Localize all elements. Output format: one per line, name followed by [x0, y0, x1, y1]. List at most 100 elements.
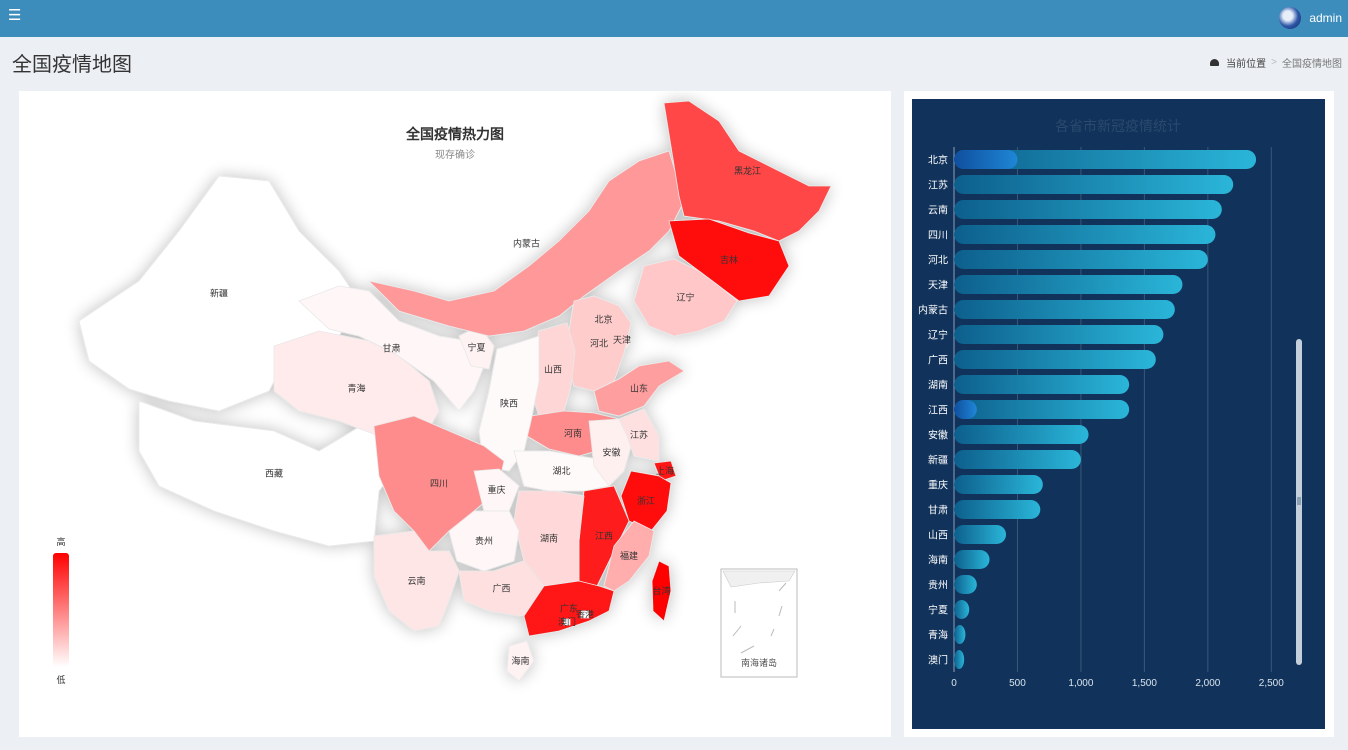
- region-label: 贵州: [475, 535, 493, 546]
- category-label: 四川: [928, 231, 948, 242]
- bar[interactable]: [954, 325, 1164, 344]
- bar[interactable]: [954, 625, 966, 644]
- category-label: 广西: [928, 355, 948, 367]
- category-label: 内蒙古: [918, 304, 948, 317]
- bar[interactable]: [954, 275, 1183, 294]
- datazoom-handle[interactable]: [1297, 497, 1301, 505]
- category-label: 贵州: [928, 579, 948, 592]
- chart-tick-labels: 0 500 1,000 1,500 2,000 2,500: [951, 678, 1284, 689]
- bar[interactable]: [954, 350, 1156, 369]
- bar[interactable]: [954, 500, 1041, 519]
- region-label: 重庆: [487, 484, 505, 495]
- inset-label: 南海诸岛: [741, 657, 777, 668]
- user-menu[interactable]: admin: [1279, 6, 1342, 30]
- region-label: 河南: [564, 428, 582, 439]
- category-label: 甘肃: [928, 504, 948, 517]
- region-label: 安徽: [602, 447, 620, 458]
- bar-highlight: [954, 400, 977, 419]
- region-label: 上海: [656, 465, 674, 476]
- region-label: 宁夏: [467, 342, 485, 353]
- region-label: 山东: [630, 383, 648, 394]
- region-label: 云南: [407, 575, 425, 586]
- top-navbar: ☰ admin: [0, 0, 1348, 37]
- south-china-sea-inset: 南海诸岛: [720, 568, 798, 678]
- breadcrumb: 当前位置 > 全国疫情地图: [1210, 55, 1342, 70]
- legend-high-label: 高: [56, 536, 65, 547]
- map-title: 全国疫情热力图: [405, 126, 504, 142]
- region-label: 广西: [492, 583, 510, 594]
- category-label: 云南: [928, 204, 948, 217]
- region-label: 河北: [590, 338, 608, 349]
- x-tick-label: 1,500: [1132, 678, 1157, 689]
- category-label: 重庆: [928, 479, 948, 492]
- legend-low-label: 低: [56, 674, 65, 685]
- x-tick-label: 500: [1009, 678, 1026, 689]
- region-label: 海南: [511, 655, 529, 666]
- legend-gradient-bar[interactable]: [53, 553, 69, 667]
- bar[interactable]: [954, 525, 1007, 544]
- bar[interactable]: [954, 550, 990, 569]
- chart-panel: 各省市新冠疫情统计 北京 江苏 云南 四川 河北 天津 内蒙古 辽宁 广西 湖南 江西 安徽 新疆 重庆甘…: [904, 91, 1334, 737]
- bar[interactable]: [954, 600, 970, 619]
- region-label: 江苏: [630, 429, 648, 440]
- region-label: 青海: [347, 383, 365, 394]
- category-label: 北京: [928, 154, 948, 167]
- category-label: 江苏: [928, 179, 948, 192]
- region-label: 新疆: [210, 288, 228, 299]
- category-label: 安徽: [928, 429, 948, 442]
- bar[interactable]: [954, 300, 1175, 319]
- map-panel: 全国疫情热力图 现存确诊 新疆 西藏 青海 甘肃 宁夏 内蒙古 黑龙江 吉林 辽…: [19, 91, 891, 737]
- region-label: 天津: [613, 335, 631, 345]
- bar[interactable]: [954, 400, 1130, 419]
- region-label: 西藏: [265, 468, 283, 479]
- bar[interactable]: [954, 225, 1216, 244]
- province-bar-chart[interactable]: 各省市新冠疫情统计 北京江苏云南四川河北天津内蒙古辽宁广西湖南江西安徽新疆重庆甘…: [912, 99, 1325, 729]
- region-label: 江西: [595, 531, 613, 541]
- category-label: 青海: [928, 629, 948, 642]
- region-label: 湖北: [552, 466, 570, 476]
- breadcrumb-home[interactable]: 当前位置: [1226, 55, 1266, 70]
- region-label: 陕西: [500, 398, 518, 409]
- bar[interactable]: [954, 375, 1130, 394]
- bar[interactable]: [954, 650, 965, 669]
- chart-category-labels: 北京江苏云南四川河北天津内蒙古辽宁广西湖南江西安徽新疆重庆甘肃山西海南贵州宁夏青…: [918, 154, 948, 667]
- bar[interactable]: [954, 575, 977, 594]
- category-label: 天津: [928, 280, 948, 292]
- region-label: 辽宁: [676, 292, 694, 303]
- region-label: 吉林: [720, 254, 738, 265]
- region-label: 浙江: [637, 495, 655, 506]
- category-label: 澳门: [928, 654, 948, 667]
- category-label: 江西: [928, 405, 948, 417]
- bar[interactable]: [954, 250, 1208, 269]
- bar[interactable]: [954, 450, 1081, 469]
- region-label: 台湾: [652, 585, 670, 596]
- category-label: 海南: [928, 554, 948, 567]
- region-label: 澳门: [558, 616, 576, 627]
- visualmap-legend[interactable]: 高 低: [53, 536, 69, 685]
- x-tick-label: 0: [951, 678, 957, 689]
- region-label: 四川: [430, 479, 448, 489]
- region-label: 内蒙古: [513, 238, 540, 249]
- category-label: 山西: [928, 530, 948, 542]
- bar[interactable]: [954, 425, 1089, 444]
- bar[interactable]: [954, 200, 1222, 219]
- bar[interactable]: [954, 475, 1043, 494]
- bar-chart-container: 各省市新冠疫情统计 北京 江苏 云南 四川 河北 天津 内蒙古 辽宁 广西 湖南 江西 安徽 新疆 重庆甘…: [912, 99, 1325, 729]
- region-label: 北京: [594, 314, 612, 325]
- category-label: 新疆: [928, 454, 948, 467]
- region-label: 福建: [620, 550, 638, 561]
- bar[interactable]: [954, 175, 1234, 194]
- region-label: 甘肃: [382, 343, 400, 354]
- bar-highlight: [954, 150, 1018, 169]
- x-tick-label: 1,000: [1068, 678, 1093, 689]
- category-label: 宁夏: [928, 604, 948, 617]
- region-label: 山西: [544, 365, 562, 375]
- x-tick-label: 2,000: [1195, 678, 1220, 689]
- china-heatmap[interactable]: 全国疫情热力图 现存确诊 新疆西藏青海甘肃 宁夏内蒙古黑龙江吉林辽宁北京天津河北…: [19, 91, 891, 737]
- chart-title: 各省市新冠疫情统计: [1055, 118, 1181, 134]
- hamburger-icon[interactable]: ☰: [8, 6, 28, 26]
- breadcrumb-current: 全国疫情地图: [1282, 59, 1342, 70]
- breadcrumb-separator: >: [1271, 57, 1277, 68]
- region-label: 香港: [576, 609, 594, 620]
- category-label: 河北: [928, 255, 948, 267]
